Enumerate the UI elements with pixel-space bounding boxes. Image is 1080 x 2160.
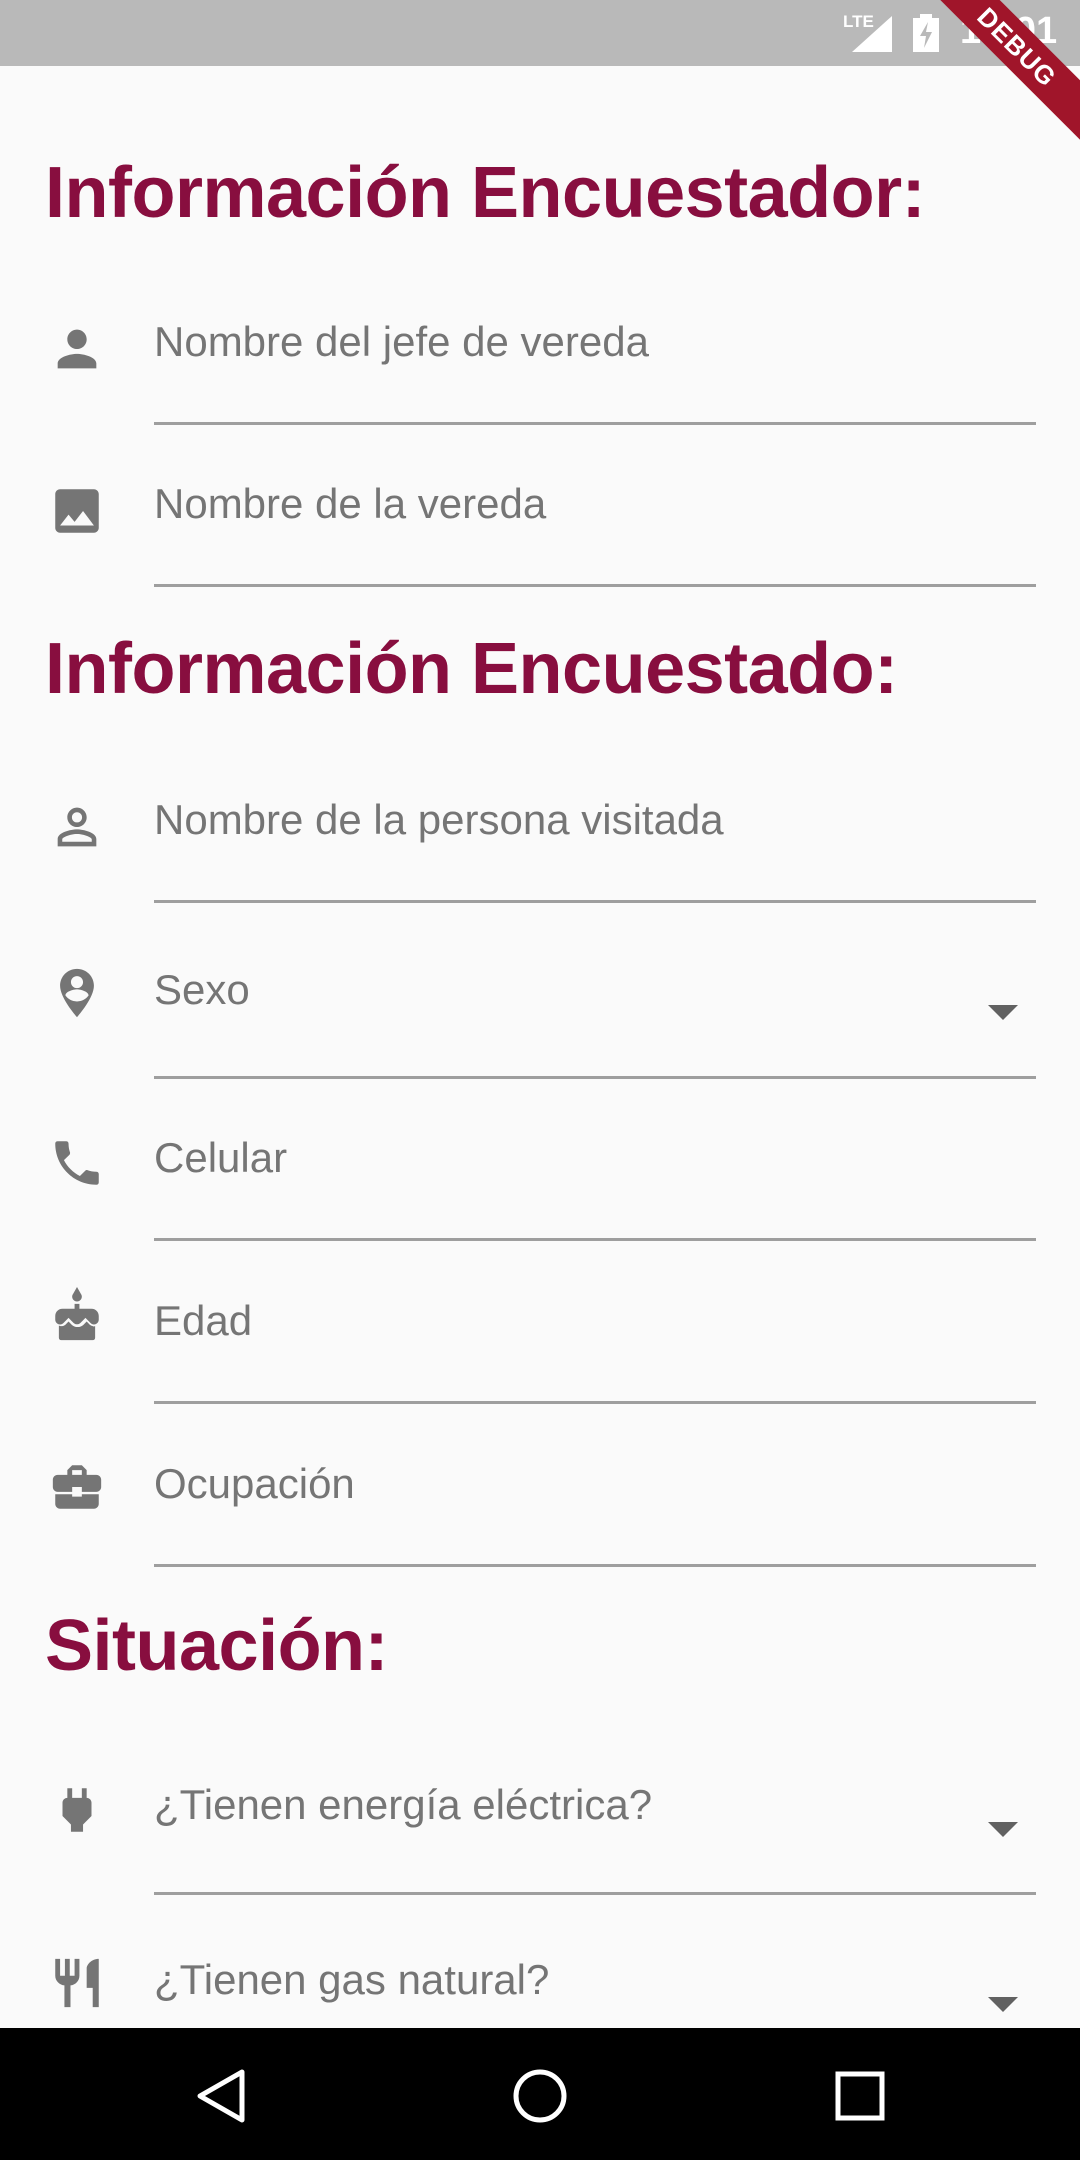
sexo-label: Sexo <box>154 966 250 1013</box>
persona-visitada-underline <box>154 900 1036 903</box>
section-title-encuestador: Información Encuestador: <box>45 153 926 233</box>
jefe-vereda-underline <box>154 422 1036 425</box>
energia-electrica-underline <box>154 1892 1036 1895</box>
ocupacion-underline <box>154 1564 1036 1567</box>
power-plug-icon <box>48 1781 106 1839</box>
chevron-down-icon <box>988 1002 1018 1022</box>
sexo-underline <box>154 1076 1036 1079</box>
phone-icon <box>48 1134 106 1192</box>
status-bar: LTE 10:01 <box>0 0 1080 66</box>
gas-natural-label: ¿Tienen gas natural? <box>154 1956 550 2003</box>
person-icon <box>48 320 106 378</box>
signal-icon <box>852 16 892 52</box>
ocupacion-label: Ocupación <box>154 1460 355 1507</box>
cake-icon <box>48 1287 106 1345</box>
persona-visitada-label: Nombre de la persona visitada <box>154 796 724 843</box>
battery-charging-icon <box>913 14 939 52</box>
vereda-underline <box>154 584 1036 587</box>
chevron-down-icon <box>988 1994 1018 2014</box>
chevron-down-icon <box>988 1819 1018 1839</box>
edad-label: Edad <box>154 1297 253 1344</box>
home-icon[interactable] <box>510 2066 570 2126</box>
edad-underline <box>154 1401 1036 1404</box>
vereda-label: Nombre de la vereda <box>154 480 547 527</box>
restaurant-icon <box>48 1954 106 2012</box>
energia-electrica-label: ¿Tienen energía eléctrica? <box>154 1781 653 1828</box>
recents-icon[interactable] <box>830 2066 890 2126</box>
celular-underline <box>154 1238 1036 1241</box>
location-pin-icon <box>48 964 106 1022</box>
celular-label: Celular <box>154 1134 288 1181</box>
back-icon[interactable] <box>192 2066 252 2126</box>
jefe-vereda-label: Nombre del jefe de vereda <box>154 318 649 365</box>
section-title-situacion: Situación: <box>45 1606 389 1686</box>
navigation-bar <box>0 2028 1080 2160</box>
person-outline-icon <box>48 798 106 856</box>
image-icon <box>48 482 106 540</box>
briefcase-icon <box>48 1458 106 1516</box>
section-title-encuestado: Información Encuestado: <box>45 629 898 709</box>
